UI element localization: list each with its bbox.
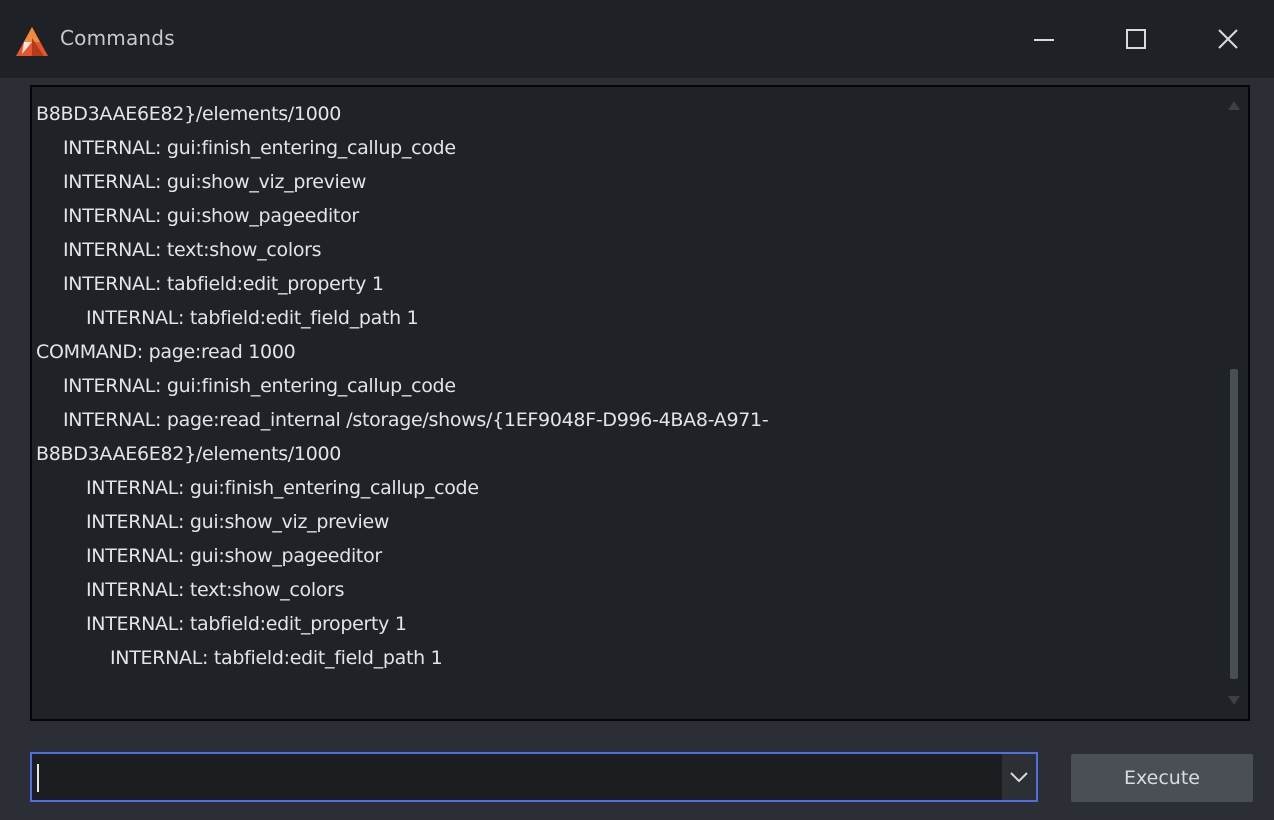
scroll-down-arrow-icon[interactable] [1228,696,1240,705]
log-line: B8BD3AAE6E82}/elements/1000 [36,103,342,125]
log-line: COMMAND: page:read 1000 [36,341,296,363]
command-input[interactable] [36,754,996,800]
log-line: INTERNAL: tabfield:edit_property 1 [63,273,384,295]
chevron-down-icon [1009,768,1029,787]
command-log-lines: B8BD3AAE6E82}/elements/1000 INTERNAL: gu… [36,97,1212,675]
window-title: Commands [60,26,175,50]
log-line: INTERNAL: gui:finish_entering_callup_cod… [63,137,456,159]
log-line: INTERNAL: text:show_colors [86,579,345,601]
log-line: INTERNAL: gui:finish_entering_callup_cod… [86,477,479,499]
minimize-icon [1033,28,1055,50]
vertical-scrollbar[interactable] [1220,87,1248,719]
log-line: INTERNAL: tabfield:edit_field_path 1 [86,307,419,329]
log-line: INTERNAL: gui:show_viz_preview [86,511,390,533]
log-line: INTERNAL: tabfield:edit_property 1 [86,613,407,635]
close-icon [1217,28,1239,50]
log-line: INTERNAL: text:show_colors [63,239,322,261]
execute-button[interactable]: Execute [1071,754,1253,802]
log-line: INTERNAL: gui:show_pageeditor [86,545,382,567]
command-log[interactable]: B8BD3AAE6E82}/elements/1000 INTERNAL: gu… [30,85,1250,721]
log-line: INTERNAL: gui:show_pageeditor [63,205,359,227]
title-bar[interactable]: Commands [0,0,1274,78]
log-line: INTERNAL: tabfield:edit_field_path 1 [110,647,443,669]
maximize-button[interactable] [1107,10,1165,68]
maximize-icon [1125,28,1147,50]
minimize-button[interactable] [1015,10,1073,68]
log-line: B8BD3AAE6E82}/elements/1000 [36,443,342,465]
log-line: INTERNAL: page:read_internal /storage/sh… [63,409,769,431]
command-combobox[interactable] [30,752,1038,802]
vizrt-triangle-logo-icon [14,24,50,60]
scroll-up-arrow-icon[interactable] [1228,101,1240,110]
scrollbar-thumb[interactable] [1230,369,1238,679]
command-dropdown-button[interactable] [1002,754,1036,800]
close-button[interactable] [1199,10,1257,68]
text-cursor [37,764,39,792]
commands-window: Commands B8BD3AAE6E82}/elements/1000 INT… [0,0,1274,820]
log-line: INTERNAL: gui:finish_entering_callup_cod… [63,375,456,397]
log-line: INTERNAL: gui:show_viz_preview [63,171,367,193]
